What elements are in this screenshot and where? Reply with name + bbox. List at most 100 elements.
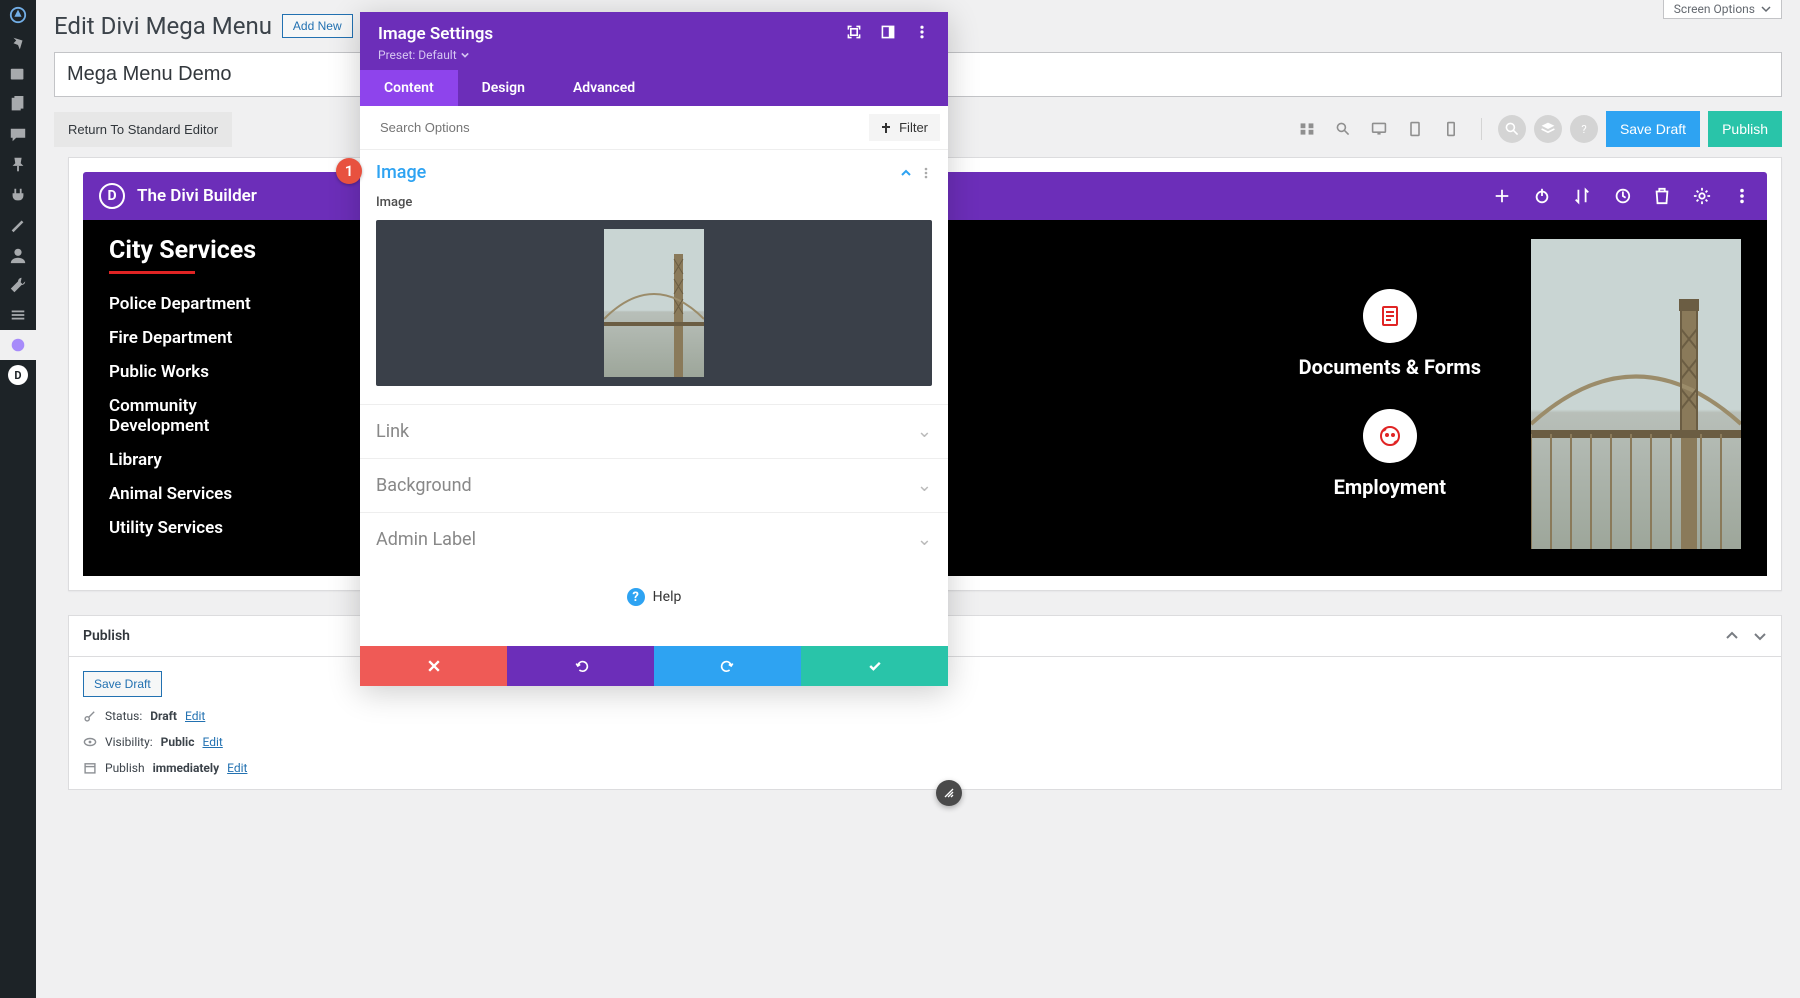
save-button[interactable] [801, 646, 948, 686]
modal-header: Image Settings Preset: Default [360, 12, 948, 70]
status-label: Status: [105, 709, 142, 723]
screen-options-toggle[interactable]: Screen Options [1663, 0, 1782, 19]
dock-icon[interactable] [880, 24, 896, 40]
history-icon[interactable] [1613, 187, 1631, 205]
pin2-icon[interactable] [0, 150, 36, 180]
chevron-down-icon[interactable] [1753, 629, 1767, 643]
edit-link[interactable]: Edit [185, 709, 205, 723]
help-icon[interactable]: ? [1570, 115, 1598, 143]
metabox-order-arrows[interactable] [1725, 629, 1767, 643]
preset-label: Preset: Default [378, 48, 457, 62]
add-icon[interactable] [1493, 187, 1511, 205]
mega-right-column: Documents & Forms Employment [1299, 289, 1481, 499]
help-icon: ? [627, 588, 645, 606]
publish-title: Publish [83, 628, 130, 644]
section-background-title: Background [376, 475, 472, 496]
title-underline [109, 271, 195, 274]
undo-button[interactable] [507, 646, 654, 686]
metabox-save-draft-button[interactable]: Save Draft [83, 671, 162, 697]
sort-icon[interactable] [1573, 187, 1591, 205]
trash-icon[interactable] [1653, 187, 1671, 205]
dots-vert-icon[interactable] [920, 167, 932, 179]
help-row[interactable]: ? Help [360, 566, 948, 646]
svg-text:?: ? [1581, 123, 1586, 136]
media-icon[interactable] [0, 60, 36, 90]
mega-link[interactable]: Library [109, 450, 256, 470]
dashboard-icon[interactable] [0, 0, 36, 30]
status-row: Status: Draft Edit [83, 709, 1767, 723]
mega-col-services: City Services Police Department Fire Dep… [109, 236, 256, 552]
tablet-icon[interactable] [1401, 115, 1429, 143]
mega-link[interactable]: Police Department [109, 294, 256, 314]
section-background[interactable]: Background ⌄ [360, 458, 948, 512]
return-standard-editor-button[interactable]: Return To Standard Editor [54, 112, 232, 147]
settings-icon[interactable] [0, 300, 36, 330]
search-options-input[interactable] [368, 112, 869, 143]
publish-value: immediately [153, 761, 220, 775]
chevron-up-icon[interactable] [900, 167, 912, 179]
add-new-button[interactable]: Add New [282, 14, 353, 38]
layers-icon[interactable] [1534, 115, 1562, 143]
chevron-down-icon: ⌄ [917, 529, 932, 550]
cancel-button[interactable] [360, 646, 507, 686]
mega-docs-label: Documents & Forms [1299, 355, 1481, 379]
tab-advanced[interactable]: Advanced [549, 70, 659, 106]
divi-icon[interactable]: D [0, 360, 36, 390]
appearance-icon[interactable] [0, 210, 36, 240]
visibility-value: Public [161, 735, 195, 749]
chevron-down-icon: ⌄ [917, 421, 932, 442]
divi-builder-title: The Divi Builder [137, 186, 257, 206]
zoom-icon[interactable] [1329, 115, 1357, 143]
power-icon[interactable] [1533, 187, 1551, 205]
dots-vert-icon[interactable] [1733, 187, 1751, 205]
mega-link[interactable]: Fire Department [109, 328, 256, 348]
divi-mega-menu-icon[interactable] [0, 330, 36, 360]
plugins-icon[interactable] [0, 180, 36, 210]
desktop-icon[interactable] [1365, 115, 1393, 143]
bridge-image [1531, 239, 1741, 549]
visibility-label: Visibility: [105, 735, 153, 749]
redo-button[interactable] [654, 646, 801, 686]
mega-link[interactable]: Community Development [109, 396, 239, 436]
mega-item-employment[interactable]: Employment [1334, 409, 1446, 499]
mobile-icon[interactable] [1437, 115, 1465, 143]
section-image-title: Image [376, 162, 426, 183]
separator [1481, 118, 1482, 140]
search-icon[interactable] [1498, 115, 1526, 143]
eye-icon [83, 735, 97, 749]
filter-label: Filter [899, 120, 928, 135]
builder-bar-actions [1493, 187, 1751, 205]
page-title: Edit Divi Mega Menu [54, 12, 272, 40]
pages-icon[interactable] [0, 90, 36, 120]
tools-icon[interactable] [0, 270, 36, 300]
section-admin-label[interactable]: Admin Label ⌄ [360, 512, 948, 566]
gear-icon[interactable] [1693, 187, 1711, 205]
mega-link[interactable]: Animal Services [109, 484, 256, 504]
image-upload-preview[interactable] [376, 220, 932, 386]
edit-link[interactable]: Edit [227, 761, 247, 775]
modal-footer [360, 646, 948, 686]
users-icon[interactable] [0, 240, 36, 270]
filter-button[interactable]: Filter [869, 114, 940, 141]
modal-title: Image Settings [378, 24, 493, 44]
wireframe-icon[interactable] [1293, 115, 1321, 143]
mega-link[interactable]: Utility Services [109, 518, 256, 538]
snap-icon[interactable] [846, 24, 862, 40]
dots-vert-icon[interactable] [914, 24, 930, 40]
save-draft-button[interactable]: Save Draft [1606, 111, 1700, 147]
preset-dropdown[interactable]: Preset: Default [378, 48, 493, 62]
section-link[interactable]: Link ⌄ [360, 404, 948, 458]
wp-admin-sidebar: D [0, 0, 36, 998]
section-admin-label-title: Admin Label [376, 529, 476, 550]
comments-icon[interactable] [0, 120, 36, 150]
mega-link[interactable]: Public Works [109, 362, 256, 382]
mega-item-documents[interactable]: Documents & Forms [1299, 289, 1481, 379]
tab-design[interactable]: Design [458, 70, 549, 106]
modal-resize-handle[interactable] [936, 780, 962, 806]
edit-link[interactable]: Edit [202, 735, 222, 749]
tab-content[interactable]: Content [360, 70, 458, 106]
pin-icon[interactable] [0, 30, 36, 60]
publish-button[interactable]: Publish [1708, 111, 1782, 147]
section-image-header[interactable]: Image [360, 150, 948, 195]
chevron-up-icon[interactable] [1725, 629, 1739, 643]
